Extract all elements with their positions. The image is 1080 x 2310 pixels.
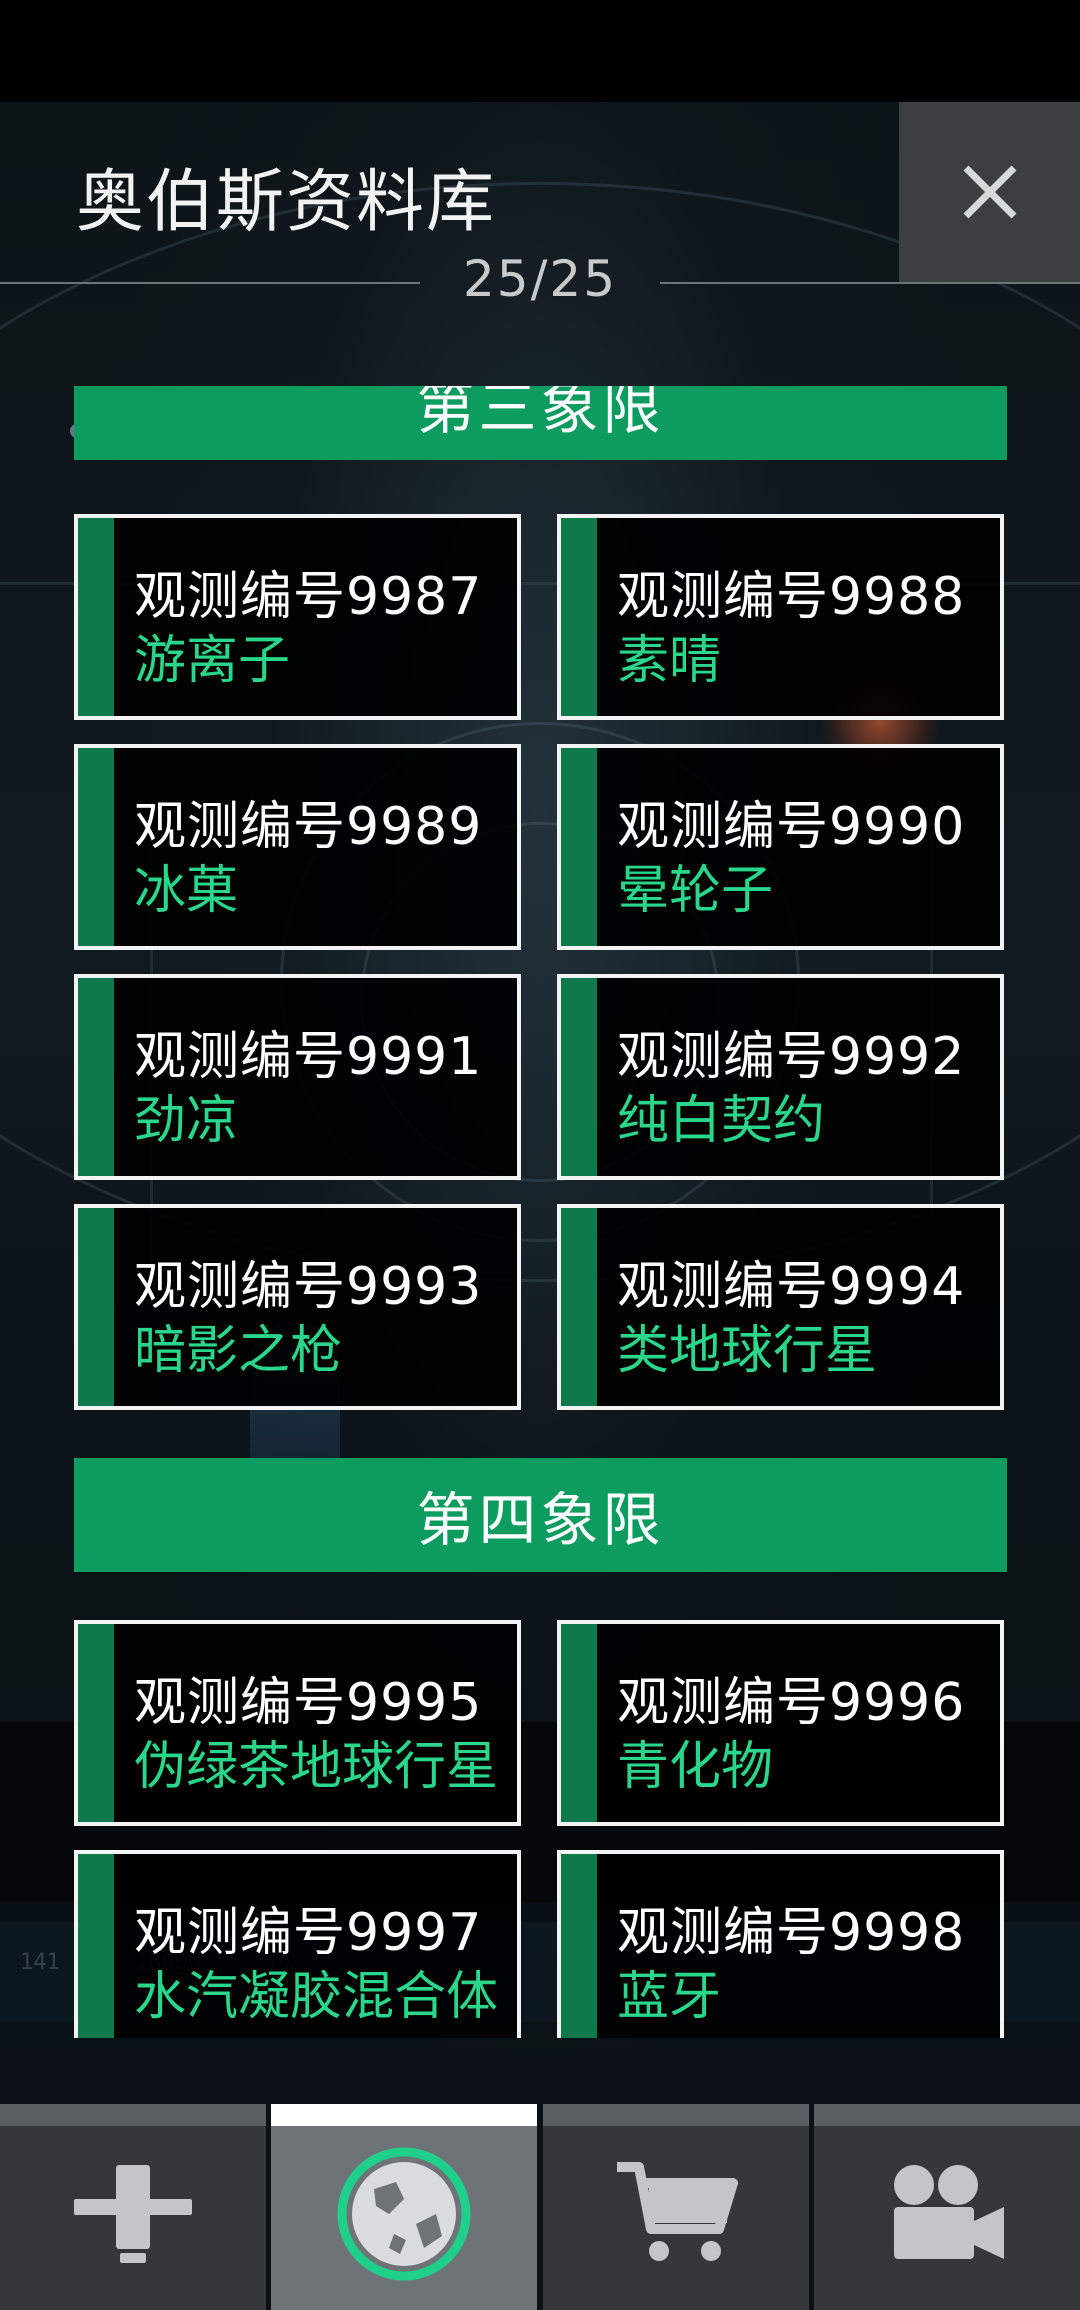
entry-card[interactable]: 观测编号9998 蓝牙 [557,1850,1004,2038]
entry-name: 冰菓 [134,861,239,921]
entry-card[interactable]: 观测编号9995 伪绿茶地球行星 [74,1620,521,1826]
entry-counter: 25/25 [462,250,618,308]
entry-name: 暗影之枪 [134,1321,343,1381]
entry-card[interactable]: 观测编号9994 类地球行星 [557,1204,1004,1410]
entry-card[interactable]: 观测编号9989 冰菓 [74,744,521,950]
card-accent-strip [78,978,114,1176]
entry-name: 素晴 [617,631,722,691]
card-accent-strip [78,1624,114,1822]
card-accent-strip [561,748,597,946]
entry-card[interactable]: 观测编号9992 纯白契约 [557,974,1004,1180]
card-accent-strip [561,1624,597,1822]
nav-tab-telescope[interactable] [0,2104,266,2310]
entry-card[interactable]: 观测编号9987 游离子 [74,514,521,720]
planet-icon [337,2147,471,2281]
entry-name: 青化物 [617,1737,774,1797]
status-bar [0,0,1080,102]
entry-card[interactable]: 观测编号9988 素晴 [557,514,1004,720]
close-icon [963,165,1016,219]
entry-card[interactable]: 观测编号9990 晕轮子 [557,744,1004,950]
close-button[interactable] [899,102,1080,282]
card-accent-strip [78,1854,114,2038]
entry-name: 纯白契约 [617,1091,826,1151]
entry-name: 晕轮子 [617,861,774,921]
entry-card[interactable]: 观测编号9997 水汽凝胶混合体 [74,1850,521,2038]
entry-list[interactable]: 第三象限 观测编号9987 游离子 观测编号9988 素晴 观测编号9989 冰… [0,386,1080,2038]
card-accent-strip [561,978,597,1176]
section-header: 第四象限 [74,1458,1007,1572]
card-accent-strip [78,1208,114,1406]
entry-card[interactable]: 观测编号9993 暗影之枪 [74,1204,521,1410]
entry-name: 劲凉 [134,1091,239,1151]
video-camera-icon [894,2165,1004,2259]
card-accent-strip [78,748,114,946]
nav-tab-planet[interactable] [271,2104,537,2310]
cart-icon [617,2162,738,2261]
entry-name: 游离子 [134,631,291,691]
entry-card[interactable]: 观测编号9996 青化物 [557,1620,1004,1826]
card-accent-strip [78,518,114,716]
entry-name: 水汽凝胶混合体 [134,1967,499,2027]
card-accent-strip [561,1208,597,1406]
divider [660,282,1080,284]
entry-name: 伪绿茶地球行星 [134,1737,499,1797]
section-header: 第三象限 [74,386,1007,460]
page-title: 奥伯斯资料库 [76,163,497,242]
card-accent-strip [561,1854,597,2038]
bottom-nav [0,2104,1080,2310]
nav-tab-video[interactable] [814,2104,1080,2310]
divider [0,282,420,284]
entry-name: 类地球行星 [617,1321,878,1381]
entry-card[interactable]: 观测编号9991 劲凉 [74,974,521,1180]
telescope-icon [74,2165,192,2263]
entry-name: 蓝牙 [617,1967,722,2027]
nav-tab-shop[interactable] [543,2104,809,2310]
card-accent-strip [561,518,597,716]
